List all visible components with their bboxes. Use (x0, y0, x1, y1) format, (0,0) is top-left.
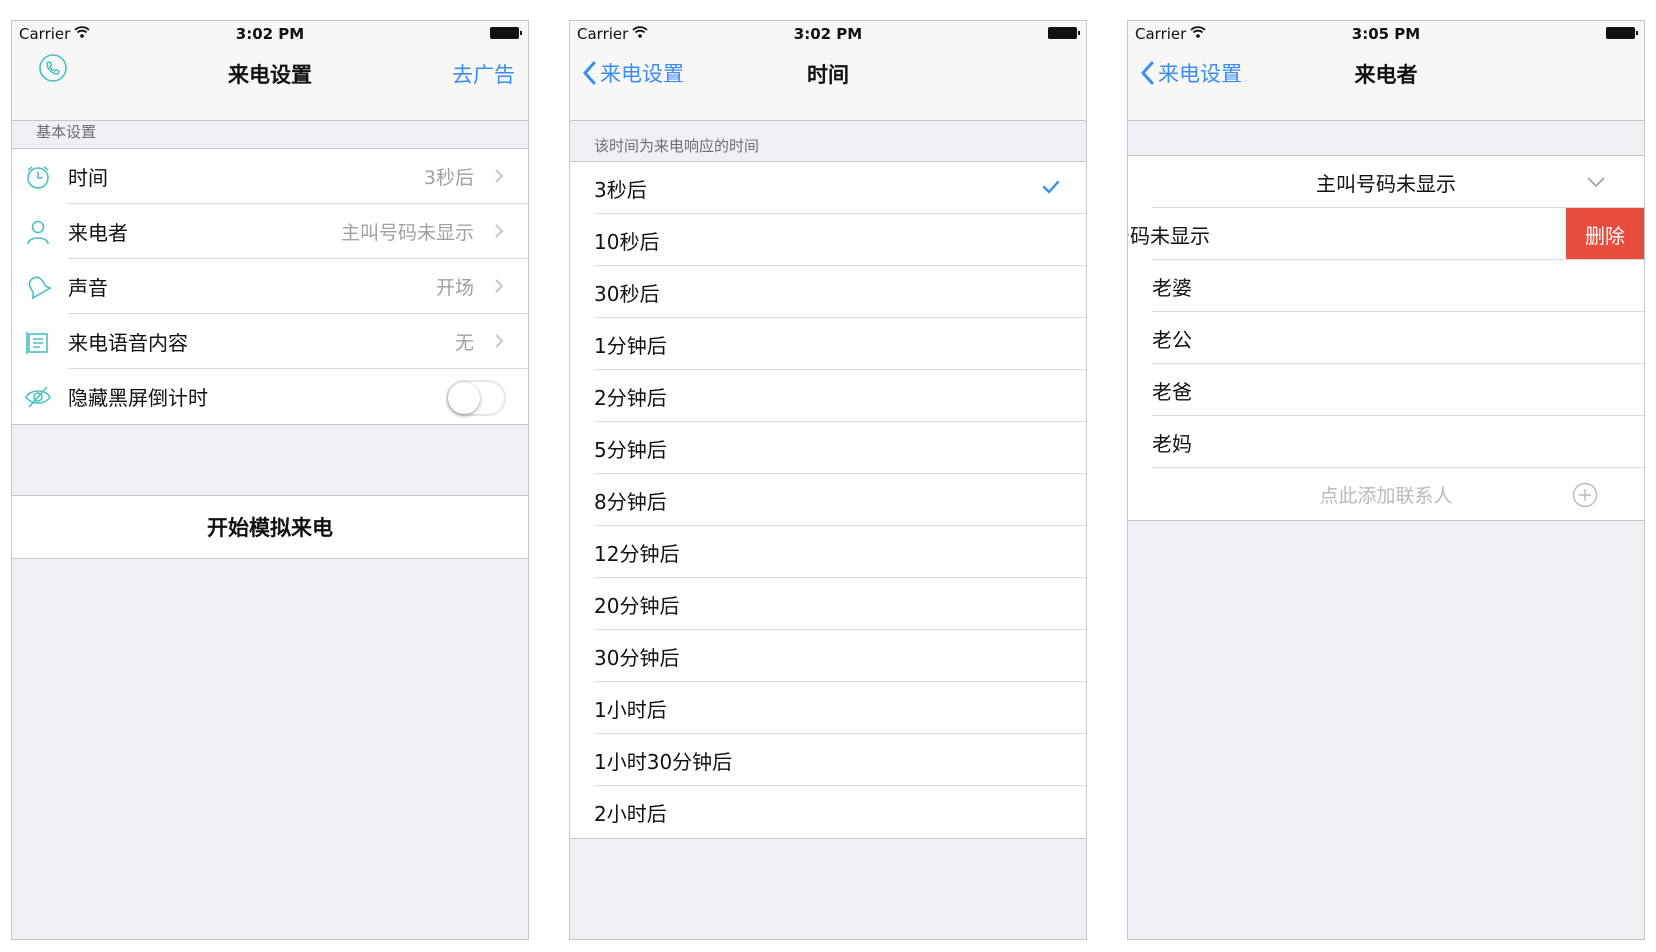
settings-row-hide-countdown: 隐藏黑屏倒计时 (12, 369, 528, 424)
add-contact-row[interactable]: 点此添加联系人 (1128, 468, 1644, 520)
option-label: 1小时30分钟后 (594, 749, 733, 774)
document-icon (26, 332, 48, 354)
nav-bar: 来电设置 时间 (570, 45, 1086, 121)
option-label: 2小时后 (594, 801, 667, 826)
page-title: 时间 (807, 63, 849, 87)
nav-bar: 来电设置 来电者 (1128, 45, 1644, 121)
time-option-30m[interactable]: 30分钟后 (570, 630, 1086, 682)
chevron-down-icon (1587, 177, 1605, 188)
row-label: 隐藏黑屏倒计时 (68, 386, 208, 410)
time-option-1h[interactable]: 1小时后 (570, 682, 1086, 734)
option-label: 30分钟后 (594, 645, 680, 670)
nav-bar: 来电设置 去广告 (12, 45, 528, 121)
status-time: 3:02 PM (793, 25, 863, 43)
clock-icon (27, 166, 49, 189)
time-option-10s[interactable]: 10秒后 (570, 214, 1086, 266)
add-contact-label: 点此添加联系人 (1319, 484, 1453, 507)
option-label: 2分钟后 (594, 385, 667, 410)
row-label: 来电语音内容 (68, 331, 188, 355)
row-value: 开场 (435, 277, 474, 299)
contact-row[interactable]: 老妈 (1128, 416, 1644, 468)
contact-row[interactable]: 老公 (1128, 312, 1644, 364)
eye-slash-icon (25, 386, 51, 408)
status-time: 3:02 PM (235, 25, 305, 43)
option-label: 20分钟后 (594, 593, 680, 618)
row-label: 时间 (68, 166, 108, 190)
row-value: 无 (454, 332, 474, 354)
contact-row[interactable]: 老婆 (1128, 260, 1644, 312)
time-option-30s[interactable]: 30秒后 (570, 266, 1086, 318)
time-options-list: 3秒后 10秒后 30秒后 1分钟后 2分钟后 5分钟后 8分钟后 12分钟后 … (570, 161, 1086, 839)
time-option-2m[interactable]: 2分钟后 (570, 370, 1086, 422)
person-icon (27, 220, 49, 245)
row-label: 来电者 (68, 221, 128, 245)
section-header: 该时间为来电响应的时间 (594, 137, 760, 155)
chevron-right-icon (495, 334, 504, 348)
row-value: 主叫号码未显示 (340, 222, 474, 244)
hide-countdown-toggle[interactable] (446, 380, 506, 416)
option-label: 3秒后 (594, 177, 647, 202)
battery-icon (1606, 27, 1638, 39)
contact-label: 老妈 (1152, 431, 1192, 456)
row-label: 声音 (68, 276, 108, 300)
settings-row-sound[interactable]: 声音 开场 (12, 259, 528, 314)
settings-screen: Carrier 3:02 PM 来电设置 去广告 基本设置 时间 3秒后 来电者… (11, 20, 529, 940)
battery-icon (490, 27, 522, 39)
contact-label: 老爸 (1152, 379, 1192, 404)
start-simulated-call-button[interactable]: 开始模拟来电 (12, 495, 528, 559)
time-option-8m[interactable]: 8分钟后 (570, 474, 1086, 526)
status-bar: Carrier 3:02 PM (12, 21, 528, 45)
option-label: 1小时后 (594, 697, 667, 722)
contact-label: 号码未显示 (1128, 223, 1210, 248)
contact-label: 老公 (1152, 327, 1192, 352)
settings-group: 时间 3秒后 来电者 主叫号码未显示 声音 开场 来电语音内容 无 隐藏黑屏倒计… (12, 148, 528, 425)
section-header: 基本设置 (36, 123, 97, 141)
remove-ads-button[interactable]: 去广告 (452, 59, 515, 89)
time-option-2h[interactable]: 2小时后 (570, 786, 1086, 838)
checkmark-icon (1042, 180, 1060, 194)
chevron-right-icon (495, 224, 504, 238)
time-option-1h30m[interactable]: 1小时30分钟后 (570, 734, 1086, 786)
page-title: 来电者 (1354, 63, 1418, 87)
chevron-right-icon (495, 279, 504, 293)
contact-label: 老婆 (1152, 275, 1192, 300)
status-time: 3:05 PM (1351, 25, 1421, 43)
option-label: 1分钟后 (594, 333, 667, 358)
contact-row[interactable]: 老爸 (1128, 364, 1644, 416)
settings-row-time[interactable]: 时间 3秒后 (12, 149, 528, 204)
settings-row-voice-content[interactable]: 来电语音内容 无 (12, 314, 528, 369)
row-value: 3秒后 (423, 167, 474, 189)
chevron-right-icon (495, 169, 504, 183)
time-option-20m[interactable]: 20分钟后 (570, 578, 1086, 630)
delete-button[interactable]: 删除 (1566, 208, 1644, 260)
settings-row-caller[interactable]: 来电者 主叫号码未显示 (12, 204, 528, 259)
page-title: 来电设置 (228, 63, 312, 87)
battery-icon (1048, 27, 1080, 39)
option-label: 10秒后 (594, 229, 660, 254)
caller-screen: Carrier 3:05 PM 来电设置 来电者 主叫号码未显示 号码未显示 删… (1127, 20, 1645, 940)
time-option-1m[interactable]: 1分钟后 (570, 318, 1086, 370)
time-option-5m[interactable]: 5分钟后 (570, 422, 1086, 474)
option-label: 30秒后 (594, 281, 660, 306)
plus-circle-icon[interactable] (1572, 482, 1598, 508)
status-bar: Carrier 3:05 PM (1128, 21, 1644, 45)
caller-list: 主叫号码未显示 号码未显示 删除 老婆 老公 老爸 老妈 点此添加联系人 (1128, 155, 1644, 521)
time-option-3s[interactable]: 3秒后 (570, 162, 1086, 214)
status-bar: Carrier 3:02 PM (570, 21, 1086, 45)
option-label: 5分钟后 (594, 437, 667, 462)
option-label: 8分钟后 (594, 489, 667, 514)
time-option-12m[interactable]: 12分钟后 (570, 526, 1086, 578)
caller-dropdown[interactable]: 主叫号码未显示 (1128, 156, 1644, 208)
bell-icon (28, 276, 52, 300)
contact-row-swiped[interactable]: 号码未显示 删除 (1128, 208, 1644, 260)
option-label: 12分钟后 (594, 541, 680, 566)
time-screen: Carrier 3:02 PM 来电设置 时间 该时间为来电响应的时间 3秒后 … (569, 20, 1087, 940)
dropdown-value: 主叫号码未显示 (1316, 171, 1456, 196)
